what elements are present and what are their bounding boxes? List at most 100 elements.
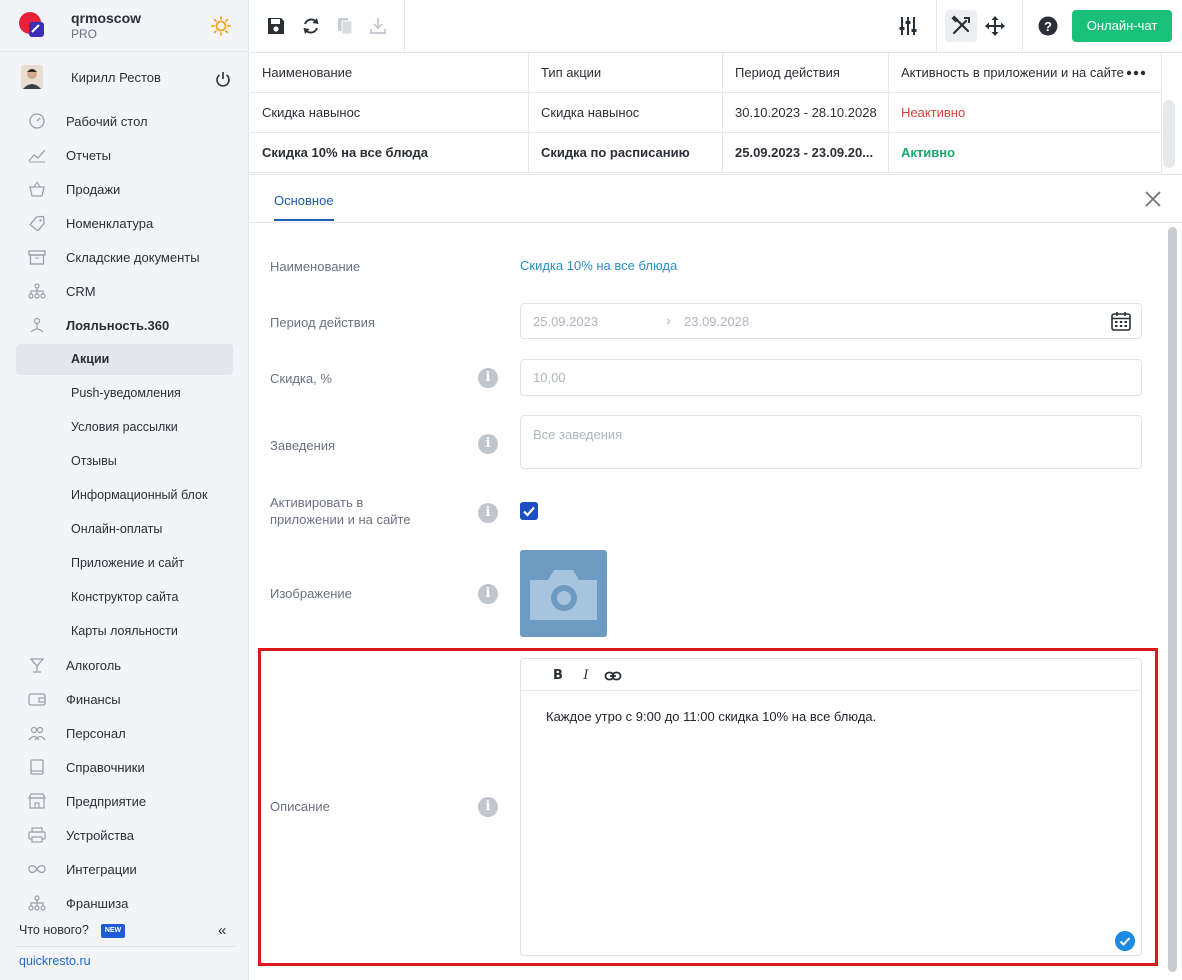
- sidebar-item-franchise[interactable]: Франшиза: [0, 886, 249, 920]
- sidebar-subitem-mailing-conditions[interactable]: Условия рассылки: [0, 410, 249, 444]
- info-icon[interactable]: i: [478, 434, 498, 454]
- printer-icon: [28, 827, 46, 843]
- arrow-right-icon: ›: [666, 312, 671, 328]
- whats-new-link[interactable]: Что нового?: [19, 923, 89, 937]
- column-header-activity[interactable]: Активность в приложении и на сайте: [889, 53, 1162, 93]
- tools-icon[interactable]: [950, 15, 972, 37]
- column-header-name[interactable]: Наименование: [250, 53, 529, 93]
- sidebar-subitem-label: Условия рассылки: [71, 420, 178, 434]
- sidebar-subitem-app-site[interactable]: Приложение и сайт: [0, 546, 249, 580]
- cell-period: 25.09.2023 - 23.09.20...: [723, 133, 889, 173]
- check-circle-icon[interactable]: [1115, 931, 1135, 951]
- tab-underline: [274, 219, 334, 221]
- sidebar-item-reports[interactable]: Отчеты: [0, 138, 249, 172]
- online-chat-button[interactable]: Онлайн-чат: [1072, 10, 1172, 42]
- sidebar-item-label: Номенклатура: [66, 216, 154, 231]
- table-scrollbar[interactable]: [1163, 100, 1175, 168]
- period-from[interactable]: 25.09.2023: [533, 314, 598, 329]
- copy-icon[interactable]: [334, 15, 356, 37]
- sidebar-subitem-site-builder[interactable]: Конструктор сайта: [0, 580, 249, 614]
- brand-logo-icon[interactable]: [18, 11, 46, 39]
- field-label-image: Изображение: [270, 586, 352, 601]
- column-header-type[interactable]: Тип акции: [529, 53, 723, 93]
- filter-sliders-icon[interactable]: [897, 15, 919, 37]
- link-icon[interactable]: [604, 667, 622, 685]
- sidebar-item-devices[interactable]: Устройства: [0, 818, 249, 852]
- sidebar-nav: Рабочий стол Отчеты Продажи Номенклатура…: [0, 104, 249, 920]
- move-icon[interactable]: [984, 15, 1006, 37]
- image-upload[interactable]: [520, 550, 607, 637]
- sidebar-subitem-label: Приложение и сайт: [71, 556, 185, 570]
- book-icon: [30, 759, 44, 775]
- field-label-description: Описание: [270, 799, 330, 814]
- period-date-range[interactable]: 25.09.2023 › 23.09.2028: [520, 303, 1142, 339]
- info-icon[interactable]: i: [478, 584, 498, 604]
- divider: [16, 946, 235, 947]
- dashboard-icon: [29, 113, 45, 129]
- cell-period: 30.10.2023 - 28.10.2028: [723, 93, 889, 133]
- user-name: Кирилл Рестов: [71, 70, 161, 85]
- sidebar-item-dashboard[interactable]: Рабочий стол: [0, 104, 249, 138]
- power-icon[interactable]: [215, 71, 231, 87]
- download-icon[interactable]: [367, 15, 389, 37]
- cell-type: Скидка по расписанию: [529, 133, 723, 173]
- period-to[interactable]: 23.09.2028: [684, 314, 749, 329]
- sidebar-item-loyalty[interactable]: Лояльность.360: [0, 308, 249, 342]
- table-row[interactable]: Скидка навынос Скидка навынос 30.10.2023…: [250, 93, 1162, 133]
- calendar-icon[interactable]: [1110, 310, 1132, 332]
- sidebar-item-nomenclature[interactable]: Номенклатура: [0, 206, 249, 240]
- column-header-period[interactable]: Период действия: [723, 53, 889, 93]
- sidebar-item-enterprise[interactable]: Предприятие: [0, 784, 249, 818]
- sidebar-item-references[interactable]: Справочники: [0, 750, 249, 784]
- name-value-link[interactable]: Скидка 10% на все блюда: [520, 258, 677, 273]
- cell-status: Неактивно: [889, 93, 1162, 133]
- sun-icon[interactable]: [211, 16, 231, 36]
- sidebar-subitem-online-payments[interactable]: Онлайн-оплаты: [0, 512, 249, 546]
- site-link[interactable]: quickresto.ru: [19, 954, 91, 968]
- sidebar-subitem-label: Информационный блок: [71, 488, 208, 502]
- camera-icon: [530, 570, 597, 620]
- field-label-discount: Скидка, %: [270, 371, 332, 386]
- brand-header: qrmoscow PRO: [0, 0, 249, 52]
- description-text[interactable]: Каждое утро с 9:00 до 11:00 скидка 10% н…: [546, 709, 876, 724]
- field-label-venues: Заведения: [270, 438, 336, 453]
- info-icon[interactable]: i: [478, 797, 498, 817]
- avatar[interactable]: [21, 65, 43, 89]
- table-row[interactable]: Скидка 10% на все блюда Скидка по распис…: [250, 133, 1162, 173]
- glass-icon: [29, 658, 45, 673]
- cell-status: Активно: [889, 133, 1162, 173]
- sidebar-subitem-promotions[interactable]: Акции: [0, 342, 249, 376]
- sidebar-subitem-reviews[interactable]: Отзывы: [0, 444, 249, 478]
- sidebar-item-label: CRM: [66, 284, 96, 299]
- sidebar-item-integrations[interactable]: Интеграции: [0, 852, 249, 886]
- collapse-sidebar-icon[interactable]: «: [218, 922, 226, 939]
- sidebar-item-finance[interactable]: Финансы: [0, 682, 249, 716]
- activate-checkbox[interactable]: [520, 502, 538, 520]
- sidebar-item-alcohol[interactable]: Алкоголь: [0, 648, 249, 682]
- detail-scrollbar[interactable]: [1168, 227, 1177, 972]
- sidebar-item-sales[interactable]: Продажи: [0, 172, 249, 206]
- sidebar-subitem-info-block[interactable]: Информационный блок: [0, 478, 249, 512]
- help-icon[interactable]: ?: [1037, 15, 1059, 37]
- save-icon[interactable]: [265, 15, 287, 37]
- venues-select[interactable]: Все заведения: [520, 415, 1142, 469]
- sidebar-subitem-push[interactable]: Push-уведомления: [0, 376, 249, 410]
- close-icon[interactable]: [1143, 189, 1163, 209]
- bold-button[interactable]: B: [549, 667, 567, 685]
- more-options-icon[interactable]: [1126, 65, 1146, 81]
- info-icon[interactable]: i: [478, 503, 498, 523]
- description-editor[interactable]: B I Каждое утро с 9:00 до 11:00 скидка 1…: [520, 658, 1142, 956]
- sidebar-item-label: Рабочий стол: [66, 114, 148, 129]
- new-badge: NEW: [101, 924, 125, 938]
- discount-input[interactable]: 10,00: [520, 359, 1142, 396]
- sidebar-item-staff[interactable]: Персонал: [0, 716, 249, 750]
- box-icon: [28, 250, 46, 265]
- info-icon[interactable]: i: [478, 368, 498, 388]
- italic-button[interactable]: I: [577, 667, 595, 685]
- sidebar-item-crm[interactable]: CRM: [0, 274, 249, 308]
- sidebar-subitem-loyalty-cards[interactable]: Карты лояльности: [0, 614, 249, 648]
- org-icon: [28, 283, 46, 299]
- sidebar-item-warehouse[interactable]: Складские документы: [0, 240, 249, 274]
- tab-main[interactable]: Основное: [274, 193, 334, 208]
- refresh-icon[interactable]: [300, 15, 322, 37]
